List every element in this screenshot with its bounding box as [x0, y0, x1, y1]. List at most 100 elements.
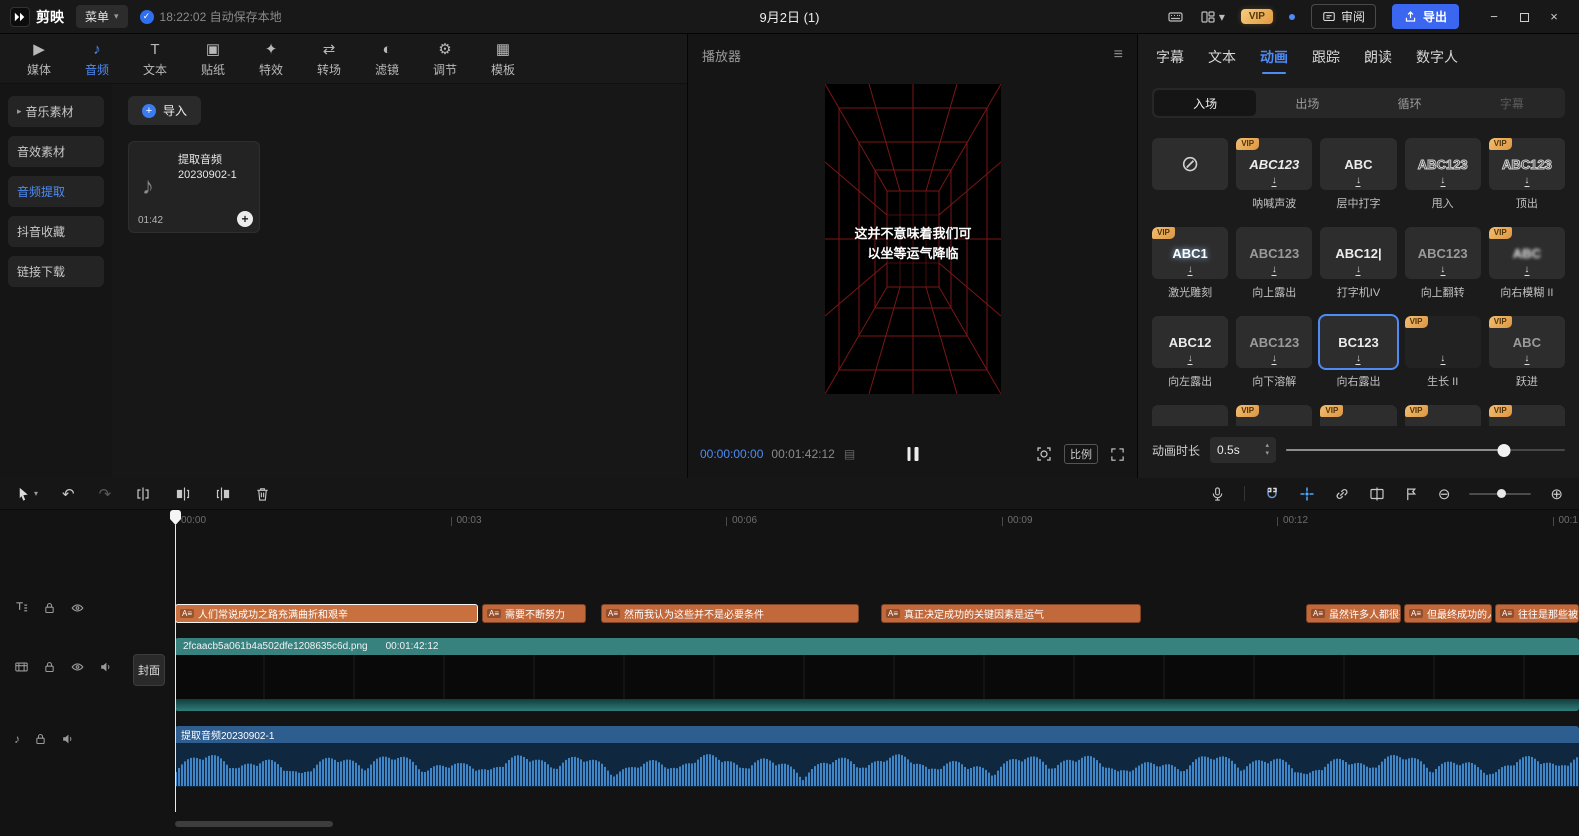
horizontal-scrollbar[interactable]	[175, 821, 333, 827]
animation-preset[interactable]: VIP	[1236, 405, 1312, 426]
animation-preset-打字机IV[interactable]: ABC12|↓打字机IV	[1320, 227, 1396, 300]
lock-icon[interactable]	[34, 732, 47, 746]
animation-preset-向上露出[interactable]: ABC123↓向上露出	[1236, 227, 1312, 300]
animation-preset-层中打字[interactable]: ABC↓层中打字	[1320, 138, 1396, 211]
lock-icon[interactable]	[43, 601, 56, 615]
animation-preset[interactable]	[1152, 405, 1228, 426]
animation-preset-生长 II[interactable]: VIP↓生长 II	[1405, 316, 1481, 389]
animation-subtab-出场[interactable]: 出场	[1256, 90, 1358, 116]
media-tab-滤镜[interactable]: ◐滤镜	[358, 40, 416, 78]
panel-tab-动画[interactable]: 动画	[1260, 43, 1288, 71]
media-tab-贴纸[interactable]: ▣贴纸	[184, 40, 242, 78]
animation-preset-向下溶解[interactable]: ABC123↓向下溶解	[1236, 316, 1312, 389]
subtitle-clip[interactable]: A≡需要不断努力	[482, 604, 586, 623]
lock-icon[interactable]	[43, 660, 56, 674]
panel-tab-朗读[interactable]: 朗读	[1364, 43, 1392, 71]
shortcut-keyboard-icon[interactable]	[1167, 9, 1184, 25]
audio-clip[interactable]: 提取音频20230902-1	[175, 726, 1579, 787]
subtitle-clip[interactable]: A≡但最终成功的人	[1404, 604, 1492, 623]
duration-stepper[interactable]: 0.5s ▴▾	[1210, 437, 1276, 463]
aspect-ratio-button[interactable]: 比例	[1064, 444, 1098, 464]
animation-preset-向右露出[interactable]: BC123↓向右露出	[1320, 316, 1396, 389]
pause-button[interactable]	[907, 447, 918, 461]
eye-icon[interactable]	[70, 660, 85, 674]
animation-preset[interactable]: VIP	[1489, 405, 1565, 426]
audio-asset-card[interactable]: ♪ 提取音频 20230902-1 01:42 +	[128, 141, 260, 233]
import-button[interactable]: + 导入	[128, 96, 201, 125]
speaker-icon[interactable]	[99, 660, 113, 674]
animation-preset-向右模糊 II[interactable]: VIPABC↓向右模糊 II	[1489, 227, 1565, 300]
animation-preset-顶出[interactable]: VIPABC123↓顶出	[1489, 138, 1565, 211]
undo-button[interactable]: ↶	[62, 485, 75, 503]
media-tab-媒体[interactable]: ▶媒体	[10, 40, 68, 78]
add-to-timeline-button[interactable]: +	[237, 211, 253, 227]
speaker-icon[interactable]	[61, 732, 75, 746]
panel-tab-字幕[interactable]: 字幕	[1156, 43, 1184, 71]
animation-preset-none[interactable]: ⊘	[1152, 138, 1228, 211]
video-viewport[interactable]: 这并不意味着我们可 以坐等运气降临	[825, 84, 1001, 394]
subtitle-clip[interactable]: A≡虽然许多人都很努力	[1306, 604, 1401, 623]
redo-button[interactable]: ↷	[99, 485, 112, 503]
linkage-toggle[interactable]	[1334, 486, 1350, 502]
menu-button[interactable]: 菜单▾	[76, 5, 128, 28]
slider-handle[interactable]	[1497, 444, 1510, 457]
layout-switch-icon[interactable]: ▾	[1200, 9, 1225, 25]
vip-badge[interactable]: VIP	[1241, 9, 1273, 24]
animation-preset-向上翻转[interactable]: ABC123↓向上翻转	[1405, 227, 1481, 300]
select-tool[interactable]: ▾	[16, 486, 38, 502]
close-button[interactable]: ×	[1539, 6, 1569, 28]
stepper-arrows-icon[interactable]: ▴▾	[1266, 442, 1270, 458]
maximize-button[interactable]	[1509, 6, 1539, 28]
media-tab-音频[interactable]: ♪音频	[68, 40, 126, 78]
subtitle-clip[interactable]: A≡真正决定成功的关键因素是运气	[881, 604, 1141, 623]
zoom-in-button[interactable]: ⊕	[1550, 485, 1563, 503]
subtitle-clip[interactable]: A≡然而我认为这些并不是必要条件	[601, 604, 859, 623]
player-menu-icon[interactable]: ≡	[1114, 46, 1123, 64]
timeline-zoom-slider[interactable]	[1469, 488, 1531, 500]
frame-view-icon[interactable]: ▤	[844, 447, 855, 461]
zoom-out-button[interactable]: ⊖	[1438, 485, 1451, 503]
eye-icon[interactable]	[70, 601, 85, 615]
main-track-magnet-toggle[interactable]	[1264, 486, 1280, 502]
export-button[interactable]: 导出	[1392, 4, 1459, 29]
duration-slider[interactable]	[1286, 443, 1565, 458]
auto-snap-toggle[interactable]	[1299, 486, 1315, 502]
sidebar-item-音乐素材[interactable]: ▸音乐素材	[8, 96, 104, 127]
animation-preset-跃进[interactable]: VIPABC↓跃进	[1489, 316, 1565, 389]
panel-tab-文本[interactable]: 文本	[1208, 43, 1236, 71]
animation-preset-向左露出[interactable]: ABC12↓向左露出	[1152, 316, 1228, 389]
video-clip[interactable]: 2fcaacb5a061b4a502dfe1208635c6d.png 00:0…	[175, 638, 1579, 711]
animation-preset[interactable]: VIP	[1320, 405, 1396, 426]
focus-icon[interactable]	[1036, 446, 1052, 462]
subtitle-clip[interactable]: A≡人们常说成功之路充满曲折和艰辛	[175, 604, 478, 623]
zoom-slider-handle[interactable]	[1497, 489, 1506, 498]
record-voiceover-button[interactable]	[1210, 486, 1225, 502]
minimize-button[interactable]: −	[1479, 6, 1509, 28]
mark-flag-button[interactable]	[1404, 486, 1419, 502]
timeline-ruler[interactable]: 00:0000:0300:0600:0900:1200:1	[175, 510, 1579, 532]
fullscreen-icon[interactable]	[1110, 447, 1125, 462]
preview-axis-toggle[interactable]	[1369, 486, 1385, 502]
delete-left-button[interactable]	[175, 486, 191, 502]
panel-tab-数字人[interactable]: 数字人	[1416, 43, 1458, 71]
animation-subtab-入场[interactable]: 入场	[1154, 90, 1256, 116]
animation-preset-甩入[interactable]: ABC123↓甩入	[1405, 138, 1481, 211]
cover-button[interactable]: 封面	[133, 654, 165, 686]
panel-tab-跟踪[interactable]: 跟踪	[1312, 43, 1340, 71]
animation-preset[interactable]: VIP	[1405, 405, 1481, 426]
sidebar-item-音频提取[interactable]: 音频提取	[8, 176, 104, 207]
sidebar-item-抖音收藏[interactable]: 抖音收藏	[8, 216, 104, 247]
animation-subtab-循环[interactable]: 循环	[1359, 90, 1461, 116]
media-tab-文本[interactable]: T文本	[126, 40, 184, 78]
animation-preset-激光雕刻[interactable]: VIPABC1↓激光雕刻	[1152, 227, 1228, 300]
review-button[interactable]: 审阅	[1311, 4, 1376, 29]
sidebar-item-音效素材[interactable]: 音效素材	[8, 136, 104, 167]
media-tab-调节[interactable]: ⚙调节	[416, 40, 474, 78]
animation-preset-呐喊声波[interactable]: VIPABC123↓呐喊声波	[1236, 138, 1312, 211]
delete-button[interactable]	[255, 486, 270, 502]
media-tab-模板[interactable]: ▦模板	[474, 40, 532, 78]
split-button[interactable]	[135, 486, 151, 502]
media-tab-特效[interactable]: ✦特效	[242, 40, 300, 78]
subtitle-clip[interactable]: A≡往往是那些被幸运之神眷顾的人	[1495, 604, 1579, 623]
animation-subtab-字幕[interactable]: 字幕	[1461, 90, 1563, 116]
